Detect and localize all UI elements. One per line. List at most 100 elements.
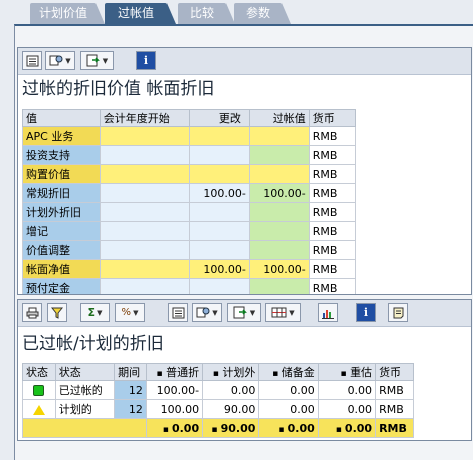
row-label: 预付定金 [22, 278, 101, 294]
posted-cell [248, 278, 310, 294]
status-cell: 计划的 [54, 399, 116, 419]
posted-depreciation-panel: ▼ ▼ i 过帐的折旧价值 帐面折旧 值 会计年度开始 更改 过帐值 货币 AP… [17, 47, 472, 295]
info-icon-2[interactable]: i [356, 303, 376, 322]
fy-start-cell [99, 240, 191, 260]
ordinary-cell: 100.00 [145, 399, 204, 419]
fy-start-cell [99, 221, 191, 241]
table-header-row: 状态 状态 期间 ▪ 普通折 ▪ 计划外 ▪ 储备金 ▪ 重估 货币 [22, 363, 414, 381]
change-layout-icon[interactable]: ▼ [45, 51, 75, 70]
posted-cell [248, 145, 310, 165]
col-header-reserve[interactable]: ▪ 储备金 [258, 363, 319, 381]
col-header-posted[interactable]: 过帐值 [248, 109, 310, 127]
row-label: 购置价值 [22, 164, 101, 184]
col-header-change[interactable]: 更改 [189, 109, 250, 127]
panel1-title: 过帐的折旧价值 帐面折旧 [22, 79, 215, 99]
left-margin [0, 24, 14, 458]
table-row[interactable]: 增记 RMB [22, 221, 357, 241]
print-icon[interactable] [22, 303, 42, 322]
change-cell [189, 202, 250, 222]
change-layout-icon-2[interactable]: ▼ [192, 303, 222, 322]
table-row[interactable]: 预付定金 RMB [22, 278, 357, 294]
reserve-cell: 0.00 [258, 380, 319, 400]
row-label: 帐面净值 [22, 259, 101, 279]
col-header-ordinary-label: 普通折 [166, 366, 200, 379]
col-header-unplanned[interactable]: ▪ 计划外 [202, 363, 260, 381]
total-row: ▪ 0.00 ▪ 90.00 ▪ 0.00 ▪ 0.00 RMB [22, 418, 414, 438]
col-header-currency[interactable]: 货币 [375, 363, 414, 381]
change-cell [189, 126, 250, 146]
table-row[interactable]: 价值调整 RMB [22, 240, 357, 260]
total-reserve-cell: ▪ 0.00 [258, 418, 319, 438]
reserve-cell: 0.00 [258, 399, 319, 419]
col-header-fy-start[interactable]: 会计年度开始 [99, 109, 191, 127]
export-icon[interactable]: ▼ [80, 51, 114, 70]
table-row[interactable]: 购置价值 RMB [22, 164, 357, 184]
currency-cell: RMB [308, 221, 357, 241]
posted-cell: 100.00- [248, 183, 310, 203]
col-header-status[interactable]: 状态 [54, 363, 116, 381]
sum-icon[interactable]: Σ ▼ [80, 303, 110, 322]
tab-planned-values[interactable]: 计划价值 [30, 3, 105, 24]
grid-layout-icon[interactable]: ▼ [265, 303, 301, 322]
green-square-icon [33, 385, 45, 396]
col-header-revaluation[interactable]: ▪ 重估 [317, 363, 377, 381]
unplanned-cell: 0.00 [202, 380, 260, 400]
col-header-status-icon[interactable]: 状态 [22, 363, 56, 381]
row-label: 投资支持 [22, 145, 101, 165]
filter-icon[interactable] [47, 303, 67, 322]
tab-comparison[interactable]: 比较 [178, 3, 235, 24]
total-marker-icon: ▪ [278, 424, 288, 435]
note-icon[interactable] [388, 303, 408, 322]
change-cell: 100.00- [189, 259, 250, 279]
total-marker-icon: ▪ [335, 424, 345, 435]
posted-cell [248, 202, 310, 222]
col-header-revaluation-label: 重估 [350, 366, 373, 379]
table-row[interactable]: 已过帐的 12 100.00- 0.00 0.00 0.00 RMB [22, 380, 414, 400]
export-icon-2[interactable]: ▼ [227, 303, 261, 322]
total-ordinary-value: 0.00 [171, 421, 200, 435]
change-cell [189, 221, 250, 241]
col-header-value[interactable]: 值 [22, 109, 101, 127]
table-row[interactable]: 投资支持 RMB [22, 145, 357, 165]
periods-table: 状态 状态 期间 ▪ 普通折 ▪ 计划外 ▪ 储备金 ▪ 重估 货币 已过帐的 1… [22, 363, 414, 438]
table-header-row: 值 会计年度开始 更改 过帐值 货币 [22, 109, 357, 127]
row-label: 计划外折旧 [22, 202, 101, 222]
tab-parameters[interactable]: 参数 [234, 3, 291, 24]
table-row[interactable]: 计划的 12 100.00 90.00 0.00 0.00 RMB [22, 399, 414, 419]
posted-cell [248, 126, 310, 146]
table-row[interactable]: 常规折旧 100.00- 100.00- RMB [22, 183, 357, 203]
graphic-icon[interactable] [318, 303, 338, 322]
col-header-ordinary[interactable]: ▪ 普通折 [145, 363, 204, 381]
info-icon[interactable]: i [136, 51, 156, 70]
change-cell [189, 240, 250, 260]
ordinary-cell: 100.00- [145, 380, 204, 400]
total-reserve-value: 0.00 [287, 421, 315, 435]
col-header-period[interactable]: 期间 [114, 363, 147, 381]
details-icon-2[interactable] [168, 303, 188, 322]
details-icon[interactable] [22, 51, 42, 70]
total-revaluation-cell: ▪ 0.00 [317, 418, 377, 438]
depreciation-periods-panel: Σ ▼ % ▼ ▼ ▼ ▼ i 已过帐/计划的折旧 状态 状态 期间 ▪ 普通折… [17, 299, 472, 441]
period-cell: 12 [114, 399, 147, 419]
tab-strip: 计划价值 过帐值 比较 参数 [0, 0, 473, 24]
fy-start-cell [99, 126, 191, 146]
posted-cell [248, 164, 310, 184]
revaluation-cell: 0.00 [317, 399, 377, 419]
row-label: 价值调整 [22, 240, 101, 260]
subtotal-icon[interactable]: % ▼ [115, 303, 145, 322]
currency-cell: RMB [308, 240, 357, 260]
col-header-currency[interactable]: 货币 [308, 109, 357, 127]
currency-cell: RMB [308, 259, 357, 279]
currency-cell: RMB [308, 164, 357, 184]
table-row[interactable]: 计划外折旧 RMB [22, 202, 357, 222]
revaluation-cell: 0.00 [317, 380, 377, 400]
row-label: APC 业务 [22, 126, 101, 146]
table-row[interactable]: APC 业务 RMB [22, 126, 357, 146]
fy-start-cell [99, 278, 191, 294]
total-unplanned-cell: ▪ 90.00 [202, 418, 260, 438]
currency-cell: RMB [308, 145, 357, 165]
fy-start-cell [99, 202, 191, 222]
row-label: 增记 [22, 221, 101, 241]
tab-posted-values[interactable]: 过帐值 [105, 3, 176, 24]
table-row[interactable]: 帐面净值 100.00- 100.00- RMB [22, 259, 357, 279]
